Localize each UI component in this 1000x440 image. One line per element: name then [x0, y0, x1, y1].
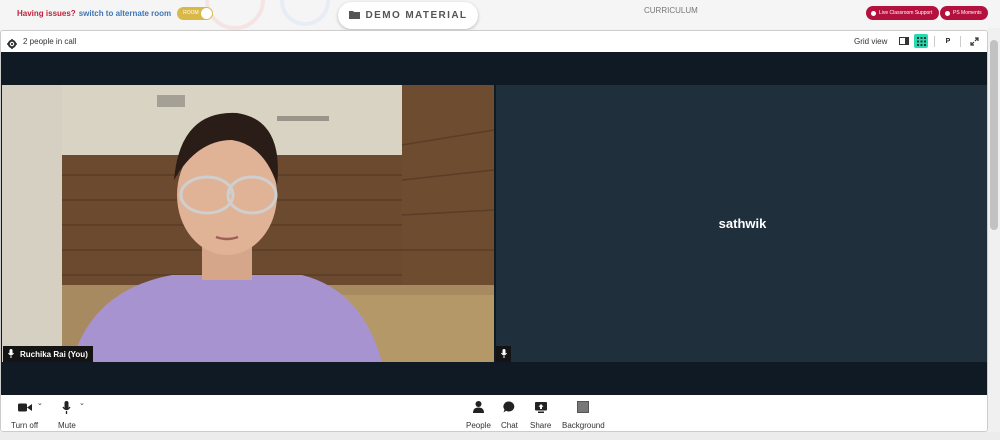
curriculum-tab[interactable]: CURRICULUM [644, 6, 698, 15]
live-support-button[interactable]: Live Classroom Support [866, 6, 939, 20]
self-name: Ruchika Rai (You) [20, 349, 88, 359]
chat-label: Chat [501, 421, 518, 430]
switch-room-link[interactable]: switch to alternate room [79, 9, 171, 18]
grid-view-icon[interactable] [914, 34, 928, 48]
mic-icon [8, 348, 14, 360]
camera-button[interactable]: Turn off [11, 400, 38, 430]
live-support-label: Live Classroom Support [879, 10, 933, 16]
divider [960, 36, 961, 47]
meeting-frame: 2 people in call Grid view P Ruchika Rai… [0, 30, 988, 432]
chat-bubble-icon [503, 400, 515, 414]
toggle-knob [201, 8, 213, 19]
chevron-down-icon[interactable]: ⌄ [37, 399, 43, 407]
participant-video-tile[interactable]: sathwik [496, 85, 987, 362]
ps-moments-label: PS Moments [953, 10, 982, 16]
background-label: Background [562, 421, 605, 430]
call-header: 2 people in call Grid view P [1, 31, 987, 52]
issues-text: Having issues? [17, 9, 76, 18]
share-button[interactable]: Share [530, 400, 551, 430]
demo-material-label: DEMO MATERIAL [365, 10, 468, 21]
video-stage: Ruchika Rai (You) sathwik [1, 52, 987, 395]
background-image-icon [577, 400, 590, 414]
self-video-feed [2, 85, 494, 362]
self-name-tag: Ruchika Rai (You) [3, 346, 93, 362]
plus-circle-icon [945, 10, 950, 16]
issues-banner: Having issues? switch to alternate room … [17, 7, 214, 20]
room-toggle-label: ROOM [183, 10, 199, 16]
folder-icon [348, 10, 360, 22]
decorative-arc [280, 0, 330, 26]
participant-name: sathwik [718, 216, 767, 231]
grid-view-label: Grid view [854, 37, 888, 46]
pin-button[interactable]: P [941, 34, 955, 48]
share-label: Share [530, 421, 552, 430]
demo-material-button[interactable]: DEMO MATERIAL [338, 2, 478, 29]
mic-icon [500, 345, 507, 363]
screen-share-icon [534, 400, 547, 414]
mic-icon [62, 400, 71, 414]
page-bottom-strip [0, 432, 1000, 440]
chat-button[interactable]: Chat [501, 400, 518, 430]
expand-icon[interactable] [967, 34, 981, 48]
ps-moments-button[interactable]: PS Moments [940, 6, 988, 20]
mute-label: Mute [58, 421, 76, 430]
scrollbar[interactable] [988, 28, 1000, 432]
people-in-call-count: 2 people in call [23, 37, 77, 46]
background-button[interactable]: Background [562, 400, 605, 430]
divider [934, 36, 935, 47]
person-icon [472, 400, 484, 414]
call-controls: Turn off ⌄ Mute ⌄ People Chat Share Back… [1, 395, 987, 431]
video-camera-icon [17, 400, 32, 414]
people-label: People [466, 421, 491, 430]
speaker-view-icon[interactable] [897, 34, 911, 48]
top-bar: Having issues? switch to alternate room … [0, 0, 1000, 30]
participant-mic-tag [496, 346, 511, 362]
decorative-arc [205, 0, 265, 30]
scrollbar-thumb[interactable] [990, 40, 998, 230]
plus-circle-icon [871, 10, 876, 16]
mute-button[interactable]: Mute [58, 400, 76, 430]
self-video-tile[interactable]: Ruchika Rai (You) [2, 85, 494, 362]
people-button[interactable]: People [466, 400, 491, 430]
chevron-down-icon[interactable]: ⌄ [79, 399, 85, 407]
camera-label: Turn off [11, 421, 39, 430]
room-toggle[interactable]: ROOM [177, 7, 214, 20]
